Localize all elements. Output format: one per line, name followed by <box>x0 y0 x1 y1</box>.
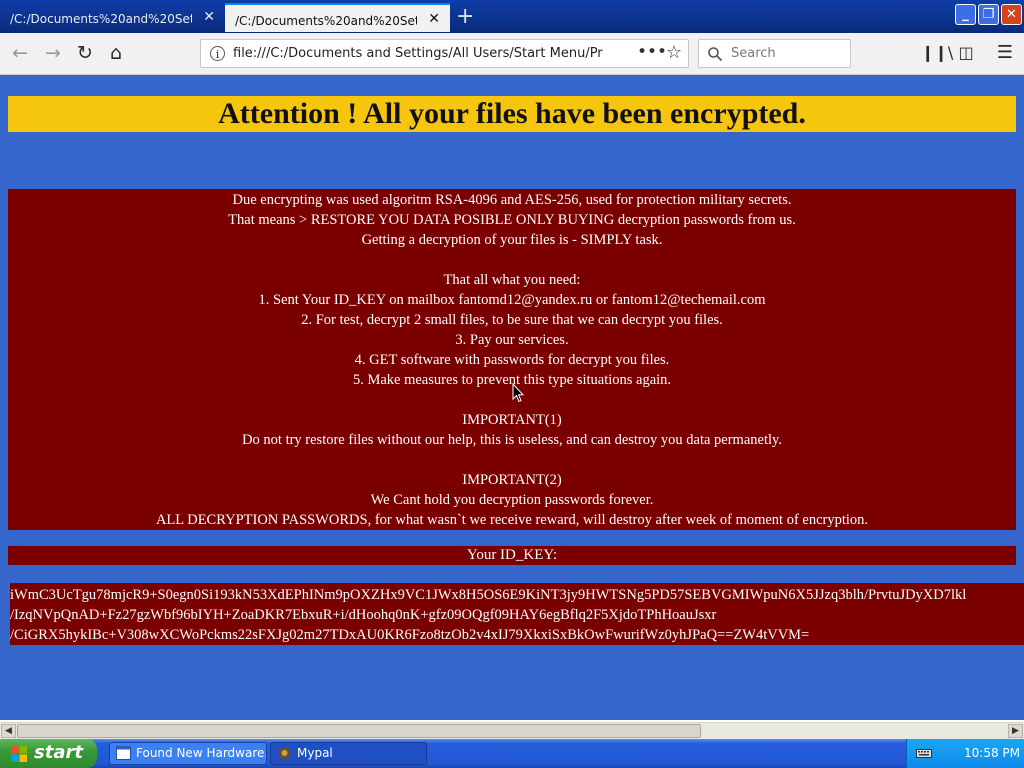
search-icon <box>708 47 723 62</box>
sidebar-icon[interactable]: ◫ <box>954 41 978 65</box>
tab-2-close-icon[interactable]: ✕ <box>428 12 440 26</box>
id-key-line[interactable]: /CiGRX5hykIBc+V308wXCWoPckms22sFXJg02m27… <box>10 625 1024 645</box>
id-key-label: Your ID_KEY: <box>8 546 1016 565</box>
tab-2-active[interactable]: /C:/Documents%20and%20Settings/A ✕ <box>225 3 450 32</box>
navigation-bar: ← → ↻ ⌂ i file:///C:/Documents and Setti… <box>0 33 1024 75</box>
new-tab-button[interactable]: + <box>456 4 474 29</box>
url-bar[interactable]: i file:///C:/Documents and Settings/All … <box>200 39 689 68</box>
taskbar-item-label: Found New Hardware... <box>136 746 267 760</box>
tab-1-close-icon[interactable]: ✕ <box>203 10 215 24</box>
page-actions-icon[interactable]: ••• <box>637 42 667 62</box>
minimize-button[interactable]: _ <box>955 4 976 25</box>
attention-banner: Attention ! All your files have been enc… <box>8 96 1016 132</box>
ransom-message: Due encrypting was used algoritm RSA-409… <box>8 189 1016 530</box>
scroll-left-arrow-icon[interactable]: ◀ <box>1 724 16 738</box>
page-content: Attention ! All your files have been enc… <box>0 75 1024 720</box>
system-clock[interactable]: 10:58 PM <box>964 746 1020 760</box>
tab-1[interactable]: /C:/Documents%20and%20Settings/A ✕ <box>0 3 225 32</box>
search-box[interactable]: Search <box>698 39 851 68</box>
message-line: We Cant hold you decryption passwords fo… <box>370 492 654 508</box>
info-icon[interactable]: i <box>210 46 225 61</box>
message-line: ALL DECRYPTION PASSWORDS, for what wasn`… <box>155 512 869 528</box>
message-line: IMPORTANT(2) <box>462 472 562 488</box>
hamburger-menu-icon[interactable]: ☰ <box>993 41 1017 65</box>
message-line: Do not try restore files without our hel… <box>242 432 782 448</box>
id-key-line[interactable]: iWmC3UcTgu78mjcR9+S0egn0Si193kN53XdEPhIN… <box>10 585 1024 605</box>
mouse-pointer-icon <box>512 383 524 403</box>
tab-bar: /C:/Documents%20and%20Settings/A ✕ /C:/D… <box>0 0 1024 33</box>
message-line: That all what you need: <box>443 272 581 288</box>
message-line: That means > RESTORE YOU DATA POSIBLE ON… <box>228 212 796 228</box>
tab-2-label: /C:/Documents%20and%20Settings/A <box>235 14 417 28</box>
start-label: start <box>34 742 83 763</box>
taskbar: start Found New Hardware... Mypal 10:58 … <box>0 739 1024 768</box>
scrollbar-thumb[interactable] <box>17 724 701 738</box>
message-line <box>8 450 1016 470</box>
maximize-button[interactable]: ❐ <box>978 4 999 25</box>
bookmark-star-icon[interactable]: ☆ <box>666 42 682 63</box>
home-icon[interactable]: ⌂ <box>104 41 128 65</box>
message-line: Getting a decryption of your files is - … <box>361 232 663 248</box>
message-line: 4. GET software with passwords for decry… <box>354 352 670 368</box>
mypal-browser-icon <box>278 747 291 759</box>
message-line: IMPORTANT(1) <box>462 412 562 428</box>
url-text[interactable]: file:///C:/Documents and Settings/All Us… <box>233 46 603 61</box>
search-placeholder: Search <box>731 46 776 61</box>
taskbar-item-found-new-hardware[interactable]: Found New Hardware... <box>109 742 267 765</box>
keyboard-icon[interactable] <box>916 747 932 759</box>
message-line <box>8 250 1016 270</box>
window-close-button[interactable]: ✕ <box>1001 4 1022 25</box>
forward-arrow-icon[interactable]: → <box>41 41 65 65</box>
reload-icon[interactable]: ↻ <box>73 41 97 65</box>
system-tray: 10:58 PM <box>906 739 1024 768</box>
taskbar-item-label: Mypal <box>297 746 333 760</box>
message-line: Due encrypting was used algoritm RSA-409… <box>232 192 792 208</box>
window-icon <box>116 746 131 760</box>
message-line: 3. Pay our services. <box>455 332 569 348</box>
library-icon[interactable]: ❙❙\ <box>921 41 953 65</box>
message-line: 2. For test, decrypt 2 small files, to b… <box>301 312 723 328</box>
id-key-box[interactable]: iWmC3UcTgu78mjcR9+S0egn0Si193kN53XdEPhIN… <box>10 583 1024 645</box>
windows-logo-icon <box>11 746 27 762</box>
back-arrow-icon[interactable]: ← <box>8 41 32 65</box>
id-key-line[interactable]: /IzqNVpQnAD+Fz27gzWbf96bIYH+ZoaDKR7EbxuR… <box>10 605 1024 625</box>
taskbar-item-mypal[interactable]: Mypal <box>270 742 427 765</box>
horizontal-scrollbar[interactable]: ◀ ▶ <box>0 722 1024 739</box>
message-line: 1. Sent Your ID_KEY on mailbox fantomd12… <box>258 292 766 308</box>
start-button[interactable]: start <box>0 739 97 768</box>
tab-1-label: /C:/Documents%20and%20Settings/A <box>10 12 192 26</box>
scroll-right-arrow-icon[interactable]: ▶ <box>1008 724 1023 738</box>
